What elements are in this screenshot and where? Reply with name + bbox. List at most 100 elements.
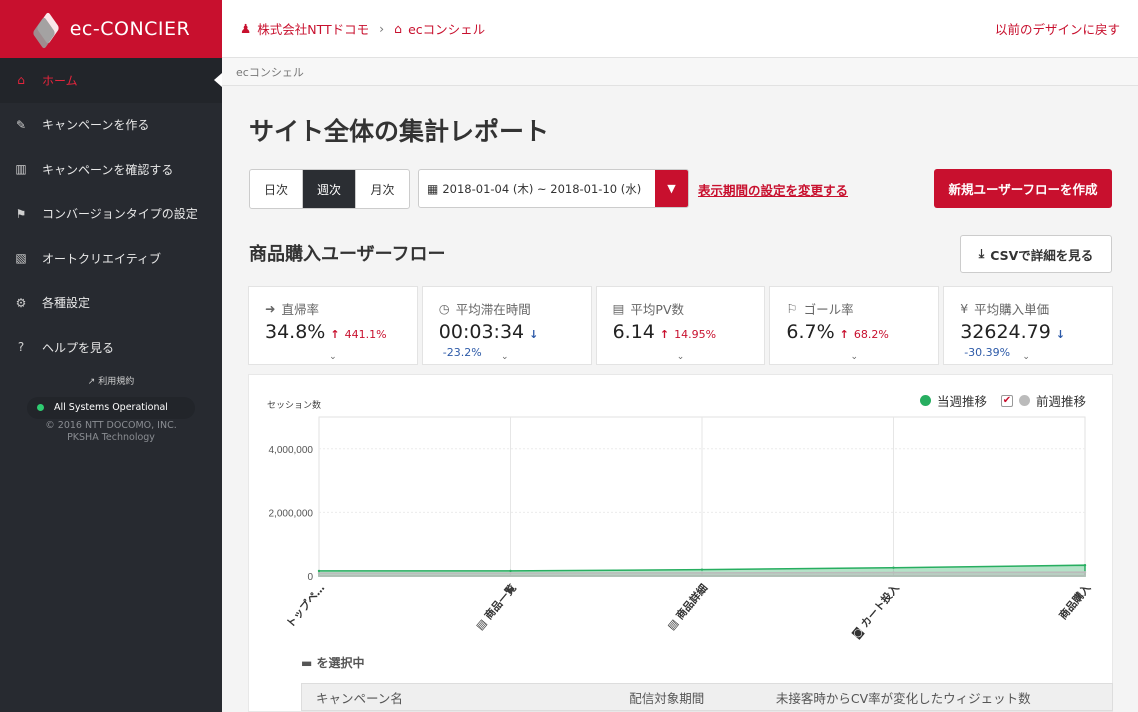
table-column-header[interactable]: 配信対象期間 — [615, 688, 762, 707]
kpi-value-row: 6.14 ↑ 14.95% — [613, 321, 765, 343]
period-toggle: 日次 週次 月次 — [249, 169, 410, 209]
sidebar-item-5[interactable]: ⚙ 各種設定 — [0, 281, 222, 326]
period-button-0[interactable]: 日次 — [250, 170, 303, 208]
copyright-text: © 2016 NTT DOCOMO, INC. — [45, 419, 177, 431]
section-title: 商品購入ユーザーフロー — [249, 244, 446, 265]
kpi-label-row: ¥ 平均購入単価 — [960, 299, 1112, 318]
page-title: サイト全体の集計レポート — [249, 117, 550, 146]
service-link[interactable]: ⌂ ecコンシェル — [394, 19, 485, 38]
help-icon: ? — [17, 340, 25, 355]
kpi-card[interactable]: ▤ 平均PV数 6.14 ↑ 14.95% ⌄ — [595, 286, 766, 365]
sidebar-item-4[interactable]: ▧ オートクリエイティブ — [0, 236, 222, 281]
campaign-table-header: キャンペーン名 配信対象期間 未接客時からCV率が変化したウィジェット数 — [301, 683, 1113, 711]
flag-icon: ⚑ — [15, 206, 27, 221]
kpi-label: 平均滞在時間 — [455, 302, 531, 317]
breadcrumb: ecコンシェル — [222, 58, 1138, 86]
collapse-icon: ▬ — [301, 656, 313, 670]
table-column-header[interactable]: キャンペーン名 — [302, 688, 615, 707]
yen-icon: ¥ — [960, 301, 969, 316]
download-icon: ⤓ — [978, 246, 985, 261]
org-label: 株式会社NTTドコモ — [257, 22, 370, 37]
chevron-down-icon[interactable]: ⌄ — [1022, 352, 1030, 362]
data-point — [700, 568, 704, 571]
brand-mark-icon — [32, 11, 62, 50]
kpi-label: ゴール率 — [803, 302, 854, 317]
date-range-text: 2018-01-04 (木) ~ 2018-01-10 (水) — [442, 181, 642, 196]
chevron-down-icon[interactable]: ⌄ — [677, 352, 685, 362]
top-bar: ♟ 株式会社NTTドコモ › ⌂ ecコンシェル 以前のデザインに戻す — [222, 0, 1138, 58]
kpi-label-row: ◷ 平均滞在時間 — [439, 299, 591, 318]
x-tick-text: ▤ 商品詳細 — [665, 581, 711, 632]
brand-logo[interactable]: ec-CONCIER — [0, 0, 222, 58]
sidebar-item-2[interactable]: ▥ キャンペーンを確認する — [0, 147, 222, 192]
selection-status[interactable]: ▬ を選択中 — [301, 654, 365, 671]
y-tick-label: 0 — [307, 572, 313, 583]
sidebar-item-label: キャンペーンを作る — [42, 118, 150, 133]
x-tick-label: 商品購入 — [1056, 581, 1093, 622]
change-period-link[interactable]: 表示期間の設定を変更する — [698, 180, 848, 199]
kpi-card[interactable]: ➜ 直帰率 34.8% ↑ 441.1% ⌄ — [248, 286, 418, 365]
arrow-up-icon: ↑ — [839, 328, 849, 341]
x-tick-text: 商品購入 — [1056, 581, 1093, 622]
breadcrumb-separator: › — [379, 21, 385, 36]
kpi-value: 32624.79 — [960, 321, 1051, 343]
status-dot-icon — [37, 404, 44, 411]
breadcrumb-current[interactable]: ecコンシェル — [236, 64, 304, 80]
sidebar-item-3[interactable]: ⚑ コンバージョンタイプの設定 — [0, 192, 222, 237]
kpi-label-row: ▤ 平均PV数 — [613, 299, 765, 318]
data-point — [317, 569, 321, 573]
date-range-picker[interactable]: ▦ 2018-01-04 (木) ~ 2018-01-10 (水) ▼ — [418, 169, 689, 208]
system-status-text: All Systems Operational — [54, 402, 168, 413]
csv-detail-button[interactable]: ⤓ CSVで詳細を見る — [960, 235, 1112, 273]
date-dropdown-button[interactable]: ▼ — [655, 170, 688, 207]
kpi-label: 平均購入単価 — [974, 302, 1050, 317]
arrow-up-icon: ↑ — [330, 328, 340, 341]
data-point — [509, 571, 512, 575]
kpi-label-row: ➜ 直帰率 — [265, 299, 417, 318]
org-link[interactable]: ♟ 株式会社NTTドコモ — [240, 19, 369, 38]
chevron-down-icon[interactable]: ⌄ — [501, 352, 509, 362]
sidebar-item-label: 各種設定 — [42, 296, 91, 311]
kpi-value-row: 6.7% ↑ 68.2% — [786, 321, 938, 343]
kpi-card[interactable]: ◷ 平均滞在時間 00:03:34 ↓ -23.2% ⌄ — [421, 286, 592, 365]
kpi-value: 34.8% — [265, 321, 326, 343]
kpi-value-row: 32624.79 ↓ — [960, 321, 1112, 343]
data-point — [1083, 570, 1087, 574]
home-icon: ⌂ — [394, 21, 403, 36]
image-icon: ▧ — [15, 251, 27, 266]
new-user-flow-button[interactable]: 新規ユーザーフローを作成 — [934, 169, 1112, 208]
page-view-icon: ▤ — [612, 301, 625, 316]
clock-icon: ◷ — [438, 301, 450, 316]
x-tick-label: ◙ カート投入 — [849, 581, 902, 641]
sidebar-item-label: オートクリエイティブ — [42, 251, 162, 266]
user-icon: ♟ — [240, 21, 252, 36]
sidebar-item-label: ヘルプを見る — [42, 340, 115, 355]
kpi-value: 6.14 — [612, 321, 655, 343]
data-point — [1083, 563, 1087, 567]
system-status[interactable]: All Systems Operational — [27, 396, 195, 419]
terms-label: 利用規約 — [98, 376, 135, 387]
chevron-down-icon[interactable]: ⌄ — [329, 352, 337, 362]
sidebar-item-0[interactable]: ⌂ ホーム — [0, 58, 222, 103]
kpi-delta: -23.2% — [442, 346, 482, 359]
kpi-card[interactable]: ⚐ ゴール率 6.7% ↑ 68.2% ⌄ — [769, 286, 940, 365]
sidebar-item-1[interactable]: ✎ キャンペーンを作る — [0, 103, 222, 148]
period-button-2[interactable]: 月次 — [356, 170, 409, 208]
arrow-down-icon: ↓ — [1055, 328, 1066, 341]
terms-link[interactable]: ↗ 利用規約 — [0, 374, 222, 387]
period-button-1[interactable]: 週次 — [303, 170, 356, 208]
selecting-label: を選択中 — [316, 656, 365, 670]
kpi-card[interactable]: ¥ 平均購入単価 32624.79 ↓ -30.39% ⌄ — [943, 286, 1113, 365]
partner-text: PKSHA Technology — [67, 431, 155, 443]
copyright: © 2016 NTT DOCOMO, INC. PKSHA Technology — [0, 420, 222, 444]
sidebar-item-6[interactable]: ? ヘルプを見る — [0, 325, 222, 370]
flow-chart-card: 当週推移 ✔ 前週推移 0 2,000,000 4,000,000 セッション数 トップ… — [248, 374, 1113, 712]
sidebar-nav: ⌂ ホーム ✎ キャンペーンを作る ▥ キャンペーンを確認する ⚑ コンバージョンタイプの設定… — [0, 58, 222, 370]
sidebar-item-label: コンバージョンタイプの設定 — [42, 207, 198, 222]
service-label: ecコンシェル — [408, 22, 486, 37]
kpi-delta: 14.95% — [674, 328, 717, 341]
table-column-header[interactable]: 未接客時からCV率が変化したウィジェット数 — [762, 688, 1112, 707]
chevron-down-icon[interactable]: ⌄ — [851, 352, 859, 362]
old-design-link[interactable]: 以前のデザインに戻す — [995, 19, 1120, 38]
caret-down-icon: ▼ — [667, 182, 676, 195]
